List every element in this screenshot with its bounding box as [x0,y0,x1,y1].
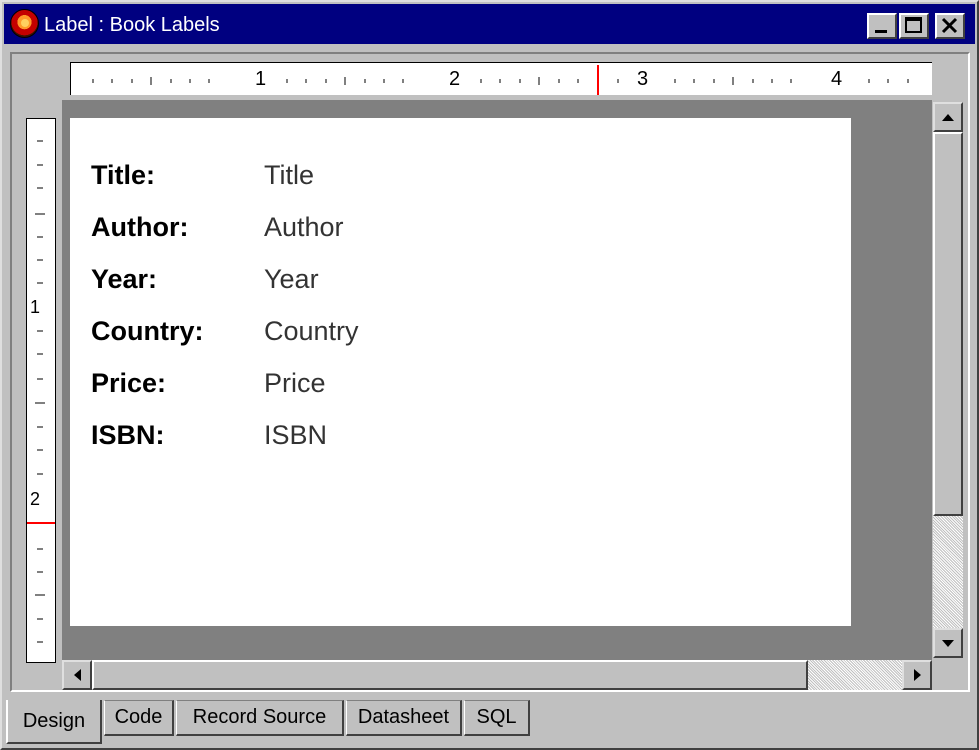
author-field-value[interactable]: Author [264,212,344,243]
scroll-right-button[interactable] [902,660,932,690]
title-field-value[interactable]: Title [264,160,314,191]
year-field-label[interactable]: Year: [91,264,157,295]
horizontal-ruler[interactable]: 1 2 3 4 [70,62,932,95]
horizontal-scrollbar[interactable] [62,660,932,690]
close-button[interactable] [935,13,965,39]
arrow-down-icon [942,640,954,647]
ruler-mark: 2 [30,489,41,509]
title-field-label[interactable]: Title: [91,160,155,191]
title-bar[interactable]: Label : Book Labels [4,4,975,44]
vertical-scrollbar[interactable] [932,100,964,662]
horizontal-ruler-ticks [92,65,909,95]
minimize-button[interactable] [867,13,897,39]
horizontal-scroll-track[interactable] [808,660,902,690]
app-icon[interactable] [10,9,39,38]
isbn-field-value[interactable]: ISBN [264,420,327,451]
scrollbar-corner [932,662,964,690]
scroll-left-button[interactable] [62,660,92,690]
scroll-up-button[interactable] [933,102,963,132]
tab-code[interactable]: Code [104,700,174,736]
tab-sql[interactable]: SQL [464,700,530,736]
close-icon [941,17,958,34]
maximize-icon [905,17,922,33]
country-field-label[interactable]: Country: [91,316,203,347]
ruler-mark: 1 [30,297,41,317]
window-title: Label : Book Labels [44,14,220,36]
price-field-value[interactable]: Price [264,368,326,399]
vertical-ruler-ticks [27,140,55,643]
ruler-mark: 1 [255,68,267,90]
arrow-right-icon [914,669,921,681]
price-field-label[interactable]: Price: [91,368,166,399]
ruler-mark: 2 [449,68,461,90]
ruler-mark: 3 [637,68,649,90]
vertical-scroll-thumb[interactable] [933,132,963,516]
tab-datasheet[interactable]: Datasheet [346,700,462,736]
isbn-field-label[interactable]: ISBN: [91,420,165,451]
vertical-ruler[interactable]: 1 2 [26,118,56,663]
year-field-value[interactable]: Year [264,264,319,295]
tab-design[interactable]: Design [6,700,102,744]
minimize-icon [875,30,887,33]
scroll-down-button[interactable] [933,628,963,658]
ruler-mark: 4 [831,68,843,90]
label-canvas[interactable]: Title: Title Author: Author Year: Year C… [70,118,851,626]
author-field-label[interactable]: Author: [91,212,188,243]
arrow-left-icon [74,669,81,681]
horizontal-scroll-thumb[interactable] [92,660,808,690]
vertical-scroll-track[interactable] [933,516,963,628]
maximize-button[interactable] [899,13,929,39]
arrow-up-icon [942,114,954,121]
tab-record-source[interactable]: Record Source [176,700,344,736]
country-field-value[interactable]: Country [264,316,359,347]
